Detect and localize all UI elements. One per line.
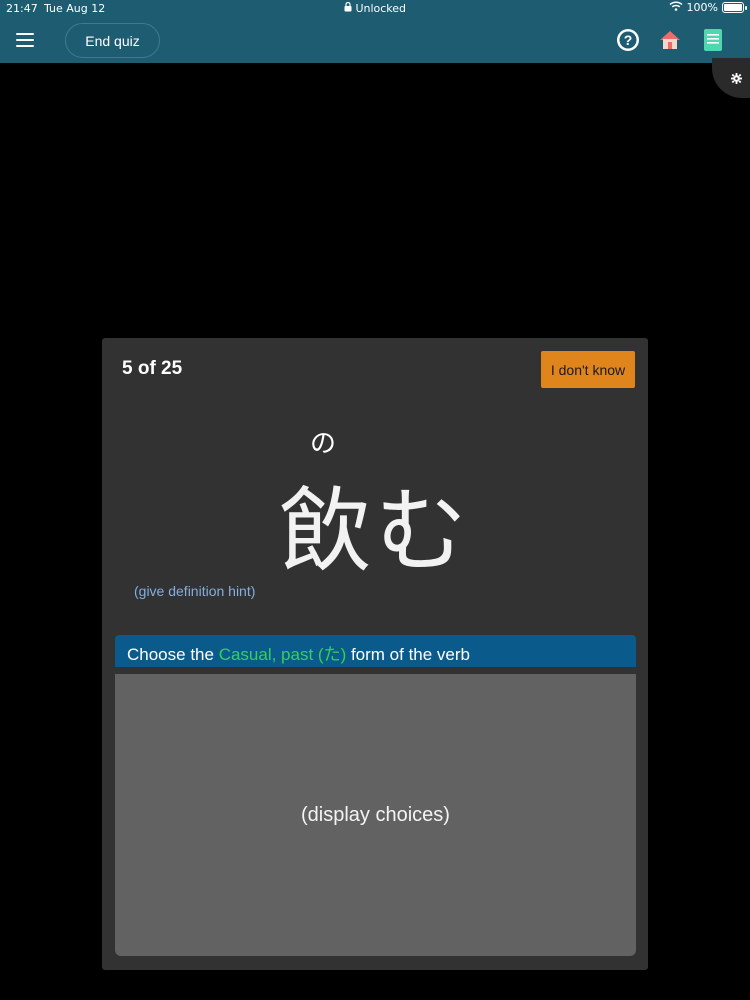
- prompt-suffix: form of the verb: [346, 645, 471, 664]
- furigana-reading: の: [309, 429, 336, 459]
- battery-icon: [722, 2, 747, 13]
- lock-icon: [344, 1, 356, 15]
- question-prompt: Choose the Casual, past (た) form of the …: [115, 635, 636, 667]
- notebook-icon[interactable]: [703, 28, 727, 52]
- wifi-icon: [669, 1, 683, 14]
- home-icon[interactable]: [658, 28, 682, 52]
- hamburger-menu-icon[interactable]: [16, 33, 34, 47]
- choices-area[interactable]: (display choices): [115, 674, 636, 956]
- help-icon[interactable]: ?: [616, 28, 640, 52]
- choices-placeholder: (display choices): [301, 803, 450, 826]
- battery-percent: 100%: [686, 1, 718, 14]
- gear-icon: [731, 73, 742, 84]
- status-bar: 21:47 Tue Aug 12 Unlocked 100%: [0, 0, 750, 18]
- lock-status-label: Unlocked: [355, 2, 407, 15]
- dont-know-button[interactable]: I don't know: [541, 351, 635, 388]
- definition-hint-link[interactable]: (give definition hint): [134, 583, 255, 599]
- question-counter: 5 of 25: [122, 358, 183, 379]
- top-app-bar: 21:47 Tue Aug 12 Unlocked 100% End quiz …: [0, 0, 750, 63]
- settings-tab[interactable]: [712, 58, 750, 98]
- quiz-card: 5 of 25 I don't know の 飲む (give definiti…: [102, 338, 648, 970]
- status-lock-text: Unlocked: [0, 1, 750, 15]
- end-quiz-button[interactable]: End quiz: [65, 23, 160, 58]
- status-right-group: 100%: [669, 1, 747, 14]
- prompt-form-name: Casual, past (た): [218, 645, 347, 664]
- verb-word: 飲む: [278, 478, 471, 585]
- svg-text:?: ?: [624, 32, 633, 48]
- prompt-prefix: Choose the: [127, 645, 219, 664]
